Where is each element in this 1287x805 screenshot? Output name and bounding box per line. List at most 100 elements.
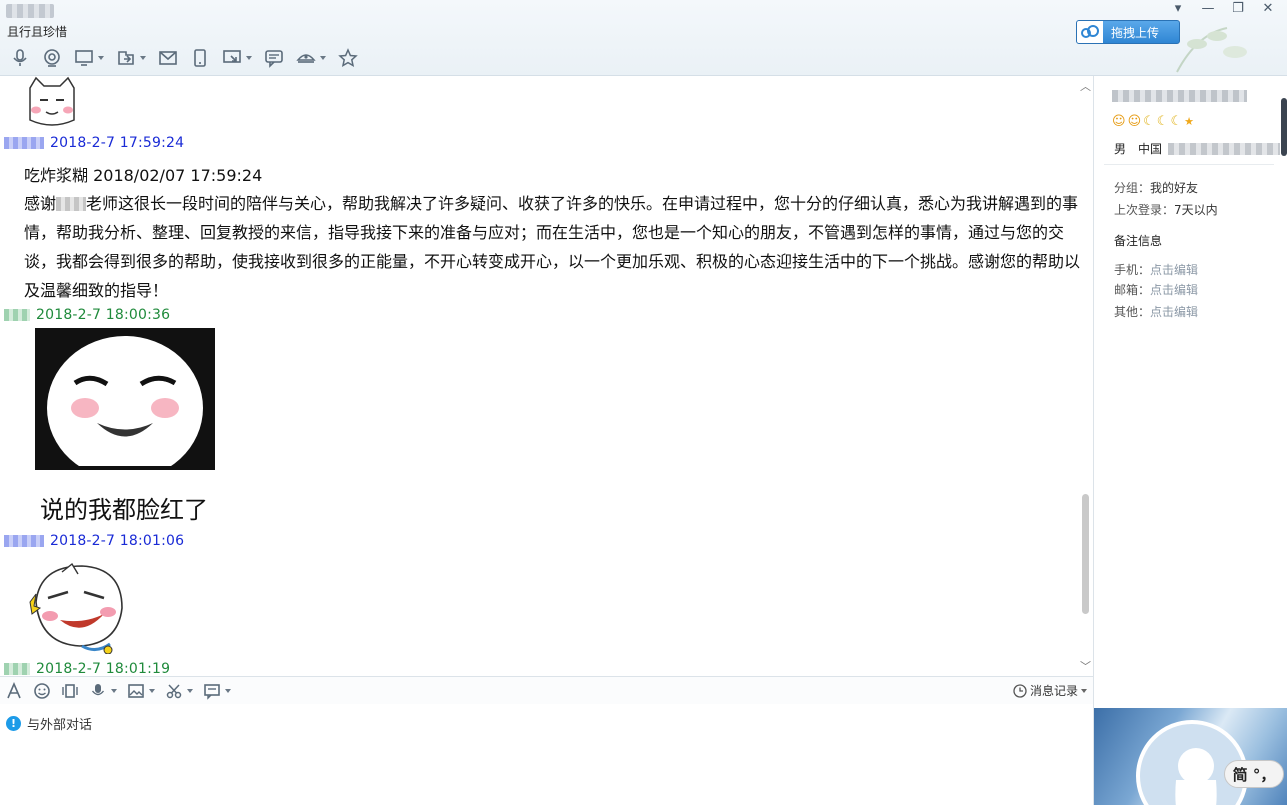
message-timestamp: 2018-2-7 17:59:24	[50, 135, 185, 151]
microphone-icon	[91, 683, 105, 695]
decorative-plant-image	[1176, 27, 1247, 73]
window-controls: ▾ — ❐ ✕	[1163, 0, 1283, 16]
screen-share-button[interactable]	[68, 44, 110, 72]
message-header: 2018-2-7 18:00:36	[4, 306, 170, 324]
scroll-down-button[interactable]: ﹀	[1080, 658, 1091, 674]
email-edit-link[interactable]: 点击编辑	[1150, 283, 1198, 297]
email-label: 邮箱：	[1114, 283, 1151, 297]
file-transfer-button[interactable]	[110, 44, 152, 72]
other-edit-link[interactable]: 点击编辑	[1150, 305, 1198, 319]
message-timestamp: 2018-2-7 18:01:19	[36, 661, 171, 676]
favorite-button[interactable]	[332, 44, 364, 72]
other-label: 其他：	[1114, 305, 1151, 319]
font-icon	[7, 681, 21, 698]
font-button[interactable]	[0, 677, 28, 705]
phone-button[interactable]	[184, 44, 216, 72]
phone-icon	[194, 49, 206, 67]
quick-reply-button[interactable]	[198, 677, 236, 705]
external-chat-notice: ! 与外部对话	[6, 714, 92, 733]
sender-name-redacted	[4, 535, 44, 547]
sun-level-icon: ☺	[1112, 114, 1126, 129]
chevron-down-icon	[246, 56, 252, 60]
last-login-label: 上次登录：	[1114, 203, 1175, 217]
menu-dropdown-button[interactable]: ▾	[1163, 0, 1193, 16]
contact-signature: 且行且珍惜	[7, 25, 68, 39]
phone-edit-link[interactable]: 点击编辑	[1150, 263, 1198, 277]
smirking-cat-sticker	[29, 562, 123, 654]
message-input[interactable]: ! 与外部对话	[0, 704, 1093, 805]
panel-scrollbar[interactable]	[1281, 98, 1287, 156]
drag-upload-label: 拖拽上传	[1111, 25, 1160, 40]
chat-scrollbar-thumb[interactable]	[1082, 494, 1089, 614]
file-transfer-icon	[118, 51, 134, 65]
message-history-button[interactable]: 消息记录	[1013, 682, 1087, 699]
contact-nickname-redacted	[1112, 90, 1247, 102]
divider	[1104, 164, 1274, 165]
voice-message-button[interactable]	[84, 677, 122, 705]
group-info: 分组：我的好友	[1114, 179, 1198, 196]
contact-location-redacted	[1168, 142, 1281, 155]
message-body-start: 感谢	[24, 194, 57, 213]
emoji-button[interactable]	[28, 677, 56, 705]
send-image-button[interactable]	[122, 677, 160, 705]
contact-gender: 男	[1114, 142, 1127, 156]
contact-name-redacted	[6, 4, 54, 18]
minimize-button[interactable]: —	[1193, 0, 1223, 16]
contact-profile-panel: ☺ ☺ ☾ ☾ ☾ ★ 男 中国 分组：我的好友 上次登录：7天以内 备注信息 …	[1093, 76, 1287, 805]
group-chat-icon	[265, 50, 283, 68]
panda-face-image	[35, 328, 215, 480]
sender-name-redacted	[4, 137, 44, 149]
group-label: 分组：	[1114, 181, 1151, 195]
remote-desktop-button[interactable]	[216, 44, 258, 72]
self-avatar-area: 简 °，	[1094, 708, 1287, 805]
screen-share-icon	[75, 50, 93, 66]
app-center-icon	[296, 54, 316, 63]
screenshot-button[interactable]	[160, 677, 198, 705]
cat-face-sticker	[29, 76, 75, 126]
mail-button[interactable]	[152, 44, 184, 72]
maximize-button[interactable]: ❐	[1223, 0, 1253, 16]
contact-basic-info: 男 中国	[1114, 140, 1281, 157]
contact-level-badges: ☺ ☺ ☾ ☾ ☾ ★	[1112, 114, 1194, 130]
ime-status-badge[interactable]: 简 °，	[1224, 760, 1284, 788]
chevron-down-icon	[1081, 688, 1087, 693]
message-header: 2018-2-7 18:01:06	[4, 532, 184, 550]
drag-upload-button[interactable]: 拖拽上传	[1076, 20, 1180, 44]
message-timestamp: 2018-2-7 18:00:36	[36, 307, 171, 323]
shake-icon	[62, 683, 78, 698]
message-history-label: 消息记录	[1029, 684, 1078, 698]
chevron-down-icon	[98, 56, 104, 60]
video-call-icon	[44, 49, 60, 67]
chat-history[interactable]: ︿ ﹀ 2018-2-7 17:59:24 吃炸浆糊 2018/02/07 17…	[0, 76, 1093, 676]
chat-toolbar	[4, 44, 364, 72]
phone-label: 手机：	[1114, 263, 1151, 277]
external-chat-notice-text: 与外部对话	[27, 718, 93, 733]
shake-window-button[interactable]	[56, 677, 84, 705]
close-button[interactable]: ✕	[1253, 0, 1283, 16]
group-chat-button[interactable]	[258, 44, 290, 72]
sticker-caption: 说的我都脸红了	[40, 496, 208, 524]
chevron-down-icon	[187, 688, 193, 693]
sender-name-redacted	[4, 663, 30, 675]
scroll-up-button[interactable]: ︿	[1080, 78, 1091, 94]
chevron-down-icon	[149, 688, 155, 693]
video-call-button[interactable]	[36, 44, 68, 72]
image-icon	[128, 683, 144, 698]
contact-country: 中国	[1138, 142, 1163, 156]
teacher-name-redacted	[56, 197, 87, 211]
moon-level-icon: ☾	[1143, 114, 1155, 129]
chat-window: 且行且珍惜 ▾ — ❐ ✕ 拖拽上传 ︿ ﹀ 2018-2-7 17:59:24…	[0, 0, 1287, 805]
app-center-button[interactable]	[290, 44, 332, 72]
remarks-heading: 备注信息	[1114, 234, 1163, 248]
remote-desktop-icon	[223, 50, 241, 63]
star-level-icon: ★	[1184, 115, 1194, 128]
quick-reply-icon	[204, 683, 220, 700]
group-value: 我的好友	[1150, 181, 1199, 195]
email-row: 邮箱：点击编辑	[1114, 281, 1198, 298]
info-icon: !	[6, 716, 21, 731]
chevron-down-icon	[111, 688, 117, 693]
voice-call-button[interactable]	[4, 44, 36, 72]
clock-icon	[1013, 683, 1027, 698]
chevron-down-icon	[140, 56, 146, 60]
star-icon	[338, 48, 358, 67]
